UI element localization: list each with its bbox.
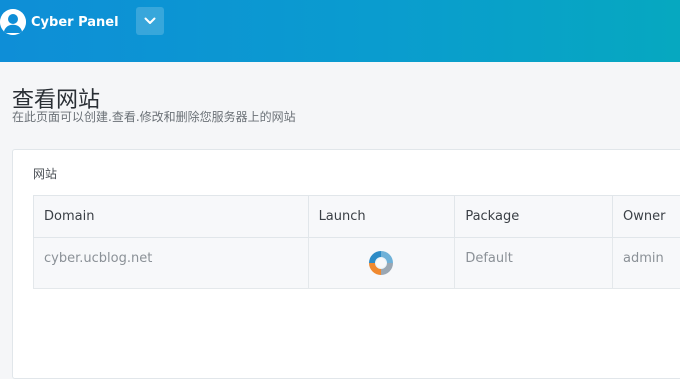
websites-table: Domain Launch Package Owner cyber.ucblog… — [33, 195, 680, 289]
menu-toggle-button[interactable] — [136, 7, 164, 35]
brand-name: Cyber Panel — [31, 15, 119, 30]
column-header-package: Package — [455, 196, 613, 238]
table-row: cyber.ucblog.net — [34, 238, 680, 289]
websites-panel: 网站 Domain Launch Package Owner cyber.ucb… — [12, 149, 680, 379]
main-content: 查看网站 在此页面可以创建.查看.修改和删除您服务器上的网站 网站 Domain… — [0, 62, 680, 366]
table-header-row: Domain Launch Package Owner — [34, 196, 680, 238]
user-avatar-icon — [0, 9, 26, 35]
chevron-down-icon — [144, 17, 156, 25]
column-header-launch: Launch — [308, 196, 455, 238]
brand[interactable]: Cyber Panel — [0, 8, 119, 36]
cell-domain: cyber.ucblog.net — [34, 238, 309, 289]
cell-package: Default — [455, 238, 613, 289]
column-header-domain: Domain — [34, 196, 309, 238]
column-header-owner: Owner — [613, 196, 680, 238]
cell-launch — [308, 238, 455, 289]
panel-title: 网站 — [33, 165, 57, 182]
page-subtitle: 在此页面可以创建.查看.修改和删除您服务器上的网站 — [12, 108, 296, 125]
launch-icon[interactable] — [366, 248, 396, 278]
cell-owner: admin — [613, 238, 680, 289]
top-header-bar: Cyber Panel — [0, 0, 680, 62]
